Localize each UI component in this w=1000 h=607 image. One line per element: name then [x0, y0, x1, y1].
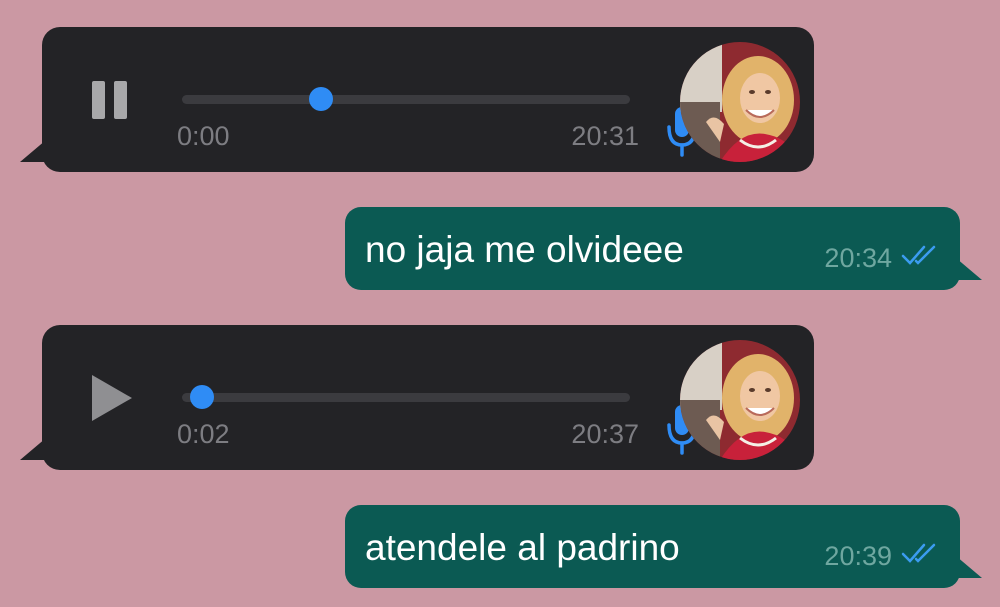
elapsed-time: 0:00	[177, 121, 230, 151]
audio-progress-knob[interactable]	[309, 87, 334, 111]
pause-button[interactable]	[92, 81, 132, 119]
audio-progress-track[interactable]	[182, 385, 630, 409]
message-text: atendele al padrino	[365, 527, 680, 568]
avatar[interactable]	[680, 42, 800, 162]
double-check-icon	[900, 541, 940, 572]
message-text: no jaja me olvideee	[365, 229, 684, 270]
play-button[interactable]	[92, 375, 132, 421]
double-check-icon	[900, 243, 940, 274]
message-meta: 20:39	[824, 541, 940, 572]
message-meta: 20:34	[824, 243, 940, 274]
voice-message-1: 0:00 20:31	[20, 27, 814, 172]
message-timestamp: 20:31	[571, 121, 639, 151]
audio-progress-track[interactable]	[182, 87, 630, 111]
bubble-tail	[20, 438, 46, 460]
bubble-tail	[956, 556, 982, 578]
play-icon	[92, 375, 132, 421]
outgoing-message-1: no jaja me olvideee 20:34	[345, 207, 982, 290]
message-timestamp: 20:34	[824, 243, 892, 273]
message-timestamp: 20:39	[824, 541, 892, 571]
outgoing-message-2: atendele al padrino 20:39	[345, 505, 982, 588]
audio-progress-knob[interactable]	[190, 385, 215, 409]
elapsed-time: 0:02	[177, 419, 230, 449]
voice-message-2: 0:02 20:37	[20, 325, 814, 470]
message-timestamp: 20:37	[571, 419, 639, 449]
bubble-tail	[20, 140, 46, 162]
bubble-tail	[956, 258, 982, 280]
avatar[interactable]	[680, 340, 800, 460]
